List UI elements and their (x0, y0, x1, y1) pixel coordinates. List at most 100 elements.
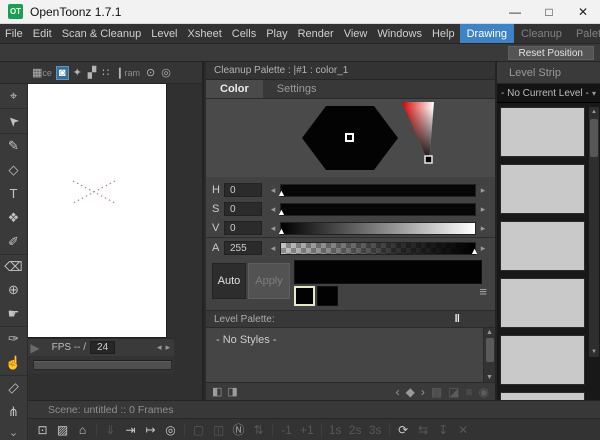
prev-keyframe-icon[interactable]: ‹ (396, 385, 400, 399)
menu-cells[interactable]: Cells (227, 24, 261, 43)
hue-value-field[interactable]: 0 (224, 183, 262, 197)
menu-windows[interactable]: Windows (372, 24, 427, 43)
freeze-icon[interactable]: ∷ (100, 66, 111, 79)
finger-tool[interactable]: ☝ (0, 351, 27, 375)
styles-list[interactable]: - No Styles - ▲ ▼ (206, 328, 495, 382)
close-button[interactable]: ✕ (566, 0, 600, 23)
hue-slider[interactable]: ▲ (280, 184, 476, 197)
rgb-picker-tool[interactable]: ✑ (0, 326, 27, 351)
swatch-options-icon[interactable]: ≡ (479, 284, 487, 299)
open-sub-scene-icon[interactable]: ◫ (212, 423, 225, 437)
paintbrush-tool[interactable]: ✐ (0, 230, 27, 254)
tab-color[interactable]: Color (206, 80, 263, 98)
alpha-dec-icon[interactable]: ◂ (268, 243, 278, 254)
hue-inc-icon[interactable]: ▸ (478, 185, 488, 196)
val-slider-marker[interactable]: ▲ (277, 227, 286, 236)
level-strip-title[interactable]: Level Strip (497, 62, 600, 84)
new-style-icon[interactable]: ◪ (448, 385, 459, 399)
freeze-palette-icon[interactable]: ‖ (455, 313, 461, 325)
room-tab-cleanup[interactable]: Cleanup (514, 24, 569, 43)
down-arrow-icon[interactable]: ↧ (437, 423, 450, 437)
camstand-view-icon[interactable]: ◙ (56, 66, 69, 80)
room-tab-palette[interactable]: Palette (569, 24, 600, 43)
save-all-icon[interactable]: ⇓ (104, 423, 117, 437)
type-tool[interactable]: T (0, 182, 27, 206)
new-scene-icon[interactable]: ⊡ (36, 423, 49, 437)
menu-play[interactable]: Play (261, 24, 292, 43)
scrollbar-thumb[interactable] (486, 338, 494, 362)
apply-button[interactable]: Apply (248, 263, 290, 299)
save-palette-as-icon[interactable]: ◧ (212, 385, 222, 398)
maximize-button[interactable]: □ (532, 0, 566, 23)
tab-settings[interactable]: Settings (263, 80, 331, 98)
prev-drawing-icon[interactable]: -1 (280, 423, 293, 437)
sat-value-field[interactable]: 0 (224, 202, 262, 216)
sat-slider-marker[interactable]: ▲ (277, 208, 286, 217)
control-point-tool[interactable]: ⋔ (0, 400, 27, 424)
hue-slider-marker[interactable]: ▲ (277, 189, 286, 198)
auto-button[interactable]: Auto (212, 263, 246, 299)
val-value-field[interactable]: 0 (224, 221, 262, 235)
table-view-icon[interactable]: ▦ce (30, 66, 54, 79)
next-drawing-icon[interactable]: +1 (300, 423, 314, 437)
alpha-slider[interactable]: ▲ (280, 242, 476, 255)
menu-edit[interactable]: Edit (28, 24, 57, 43)
prev-frame-icon[interactable]: ◂ (157, 342, 162, 353)
style-chip-selected[interactable] (294, 286, 315, 306)
styles-scrollbar[interactable]: ▲ ▼ (483, 328, 495, 382)
random-icon[interactable]: ✕ (457, 423, 470, 437)
camera-view-icon[interactable]: ▞ (86, 66, 98, 79)
import-icon[interactable]: ⇥ (124, 423, 137, 437)
next-keyframe-icon[interactable]: › (421, 385, 425, 399)
level-strip-frame[interactable] (500, 392, 585, 400)
geometric-tool[interactable]: ◇ (0, 158, 27, 182)
style-chip[interactable] (317, 286, 338, 306)
val-slider[interactable]: ▲ (280, 222, 476, 235)
menu-level[interactable]: Level (146, 24, 182, 43)
alpha-slider-marker[interactable]: ▲ (470, 247, 479, 256)
menu-render[interactable]: Render (293, 24, 339, 43)
level-strip-frame[interactable] (500, 164, 585, 214)
scroll-up-icon[interactable]: ▲ (589, 109, 599, 115)
minimize-button[interactable]: — (498, 0, 532, 23)
new-page-icon[interactable]: ▩ (431, 385, 442, 399)
menu-xsheet[interactable]: Xsheet (183, 24, 227, 43)
3d-view-icon[interactable]: ✦ (71, 66, 84, 79)
current-level-dropdown[interactable]: - No Current Level - ▾ (497, 84, 600, 103)
fill-tool[interactable]: ❖ (0, 206, 27, 230)
tape-tool[interactable]: ⊕ (0, 279, 27, 303)
level-strip-scrollbar[interactable]: ▲ ▼ (589, 107, 599, 357)
scroll-up-icon[interactable]: ▲ (484, 329, 495, 336)
sat-inc-icon[interactable]: ▸ (478, 204, 488, 215)
save-scene-icon[interactable]: ⌂ (76, 423, 89, 437)
scroll-down-icon[interactable]: ▼ (589, 349, 599, 355)
alpha-value-field[interactable]: 255 (224, 241, 262, 255)
ruler-tool[interactable]: ▭ (0, 375, 27, 400)
refresh-icon[interactable]: ⟳ (397, 423, 410, 437)
palette-gizmo-icon[interactable]: ≡ (466, 385, 473, 399)
reset-position-button[interactable]: Reset Position (508, 46, 594, 60)
palette-lock-icon[interactable]: ◉ (479, 385, 489, 399)
play-icon[interactable]: ▶ (30, 341, 39, 355)
define-sub-scene-icon[interactable]: ▢ (192, 423, 205, 437)
palette-panel-title[interactable]: Cleanup Palette : |#1 : color_1 (206, 62, 495, 80)
eye-icon[interactable]: ⊙ (144, 66, 157, 79)
switch-keyframe-icon[interactable]: ◆ (406, 385, 415, 399)
level-strip-frame[interactable] (500, 335, 585, 385)
animate-tool[interactable]: ⌖ (0, 84, 27, 108)
camera-capture-icon[interactable]: ◎ (164, 423, 177, 437)
next-frame-icon[interactable]: ▸ (165, 342, 170, 353)
eraser-tool[interactable]: ⌫ (0, 254, 27, 279)
menu-view[interactable]: View (339, 24, 373, 43)
menu-file[interactable]: File (0, 24, 28, 43)
shade-triangle[interactable] (398, 100, 438, 172)
room-tab-drawing[interactable]: Drawing (460, 24, 514, 43)
save-palette-icon[interactable]: ◨ (227, 385, 237, 398)
onion-skin-icon[interactable]: Ⓝ (232, 421, 245, 438)
level-strip-frame[interactable] (500, 107, 585, 157)
fill-2s-icon[interactable]: 2s (349, 423, 362, 437)
level-strip-frame[interactable] (500, 221, 585, 271)
export-icon[interactable]: ↦ (144, 423, 157, 437)
hexagon-cursor[interactable] (345, 133, 354, 142)
sat-slider[interactable]: ▲ (280, 203, 476, 216)
